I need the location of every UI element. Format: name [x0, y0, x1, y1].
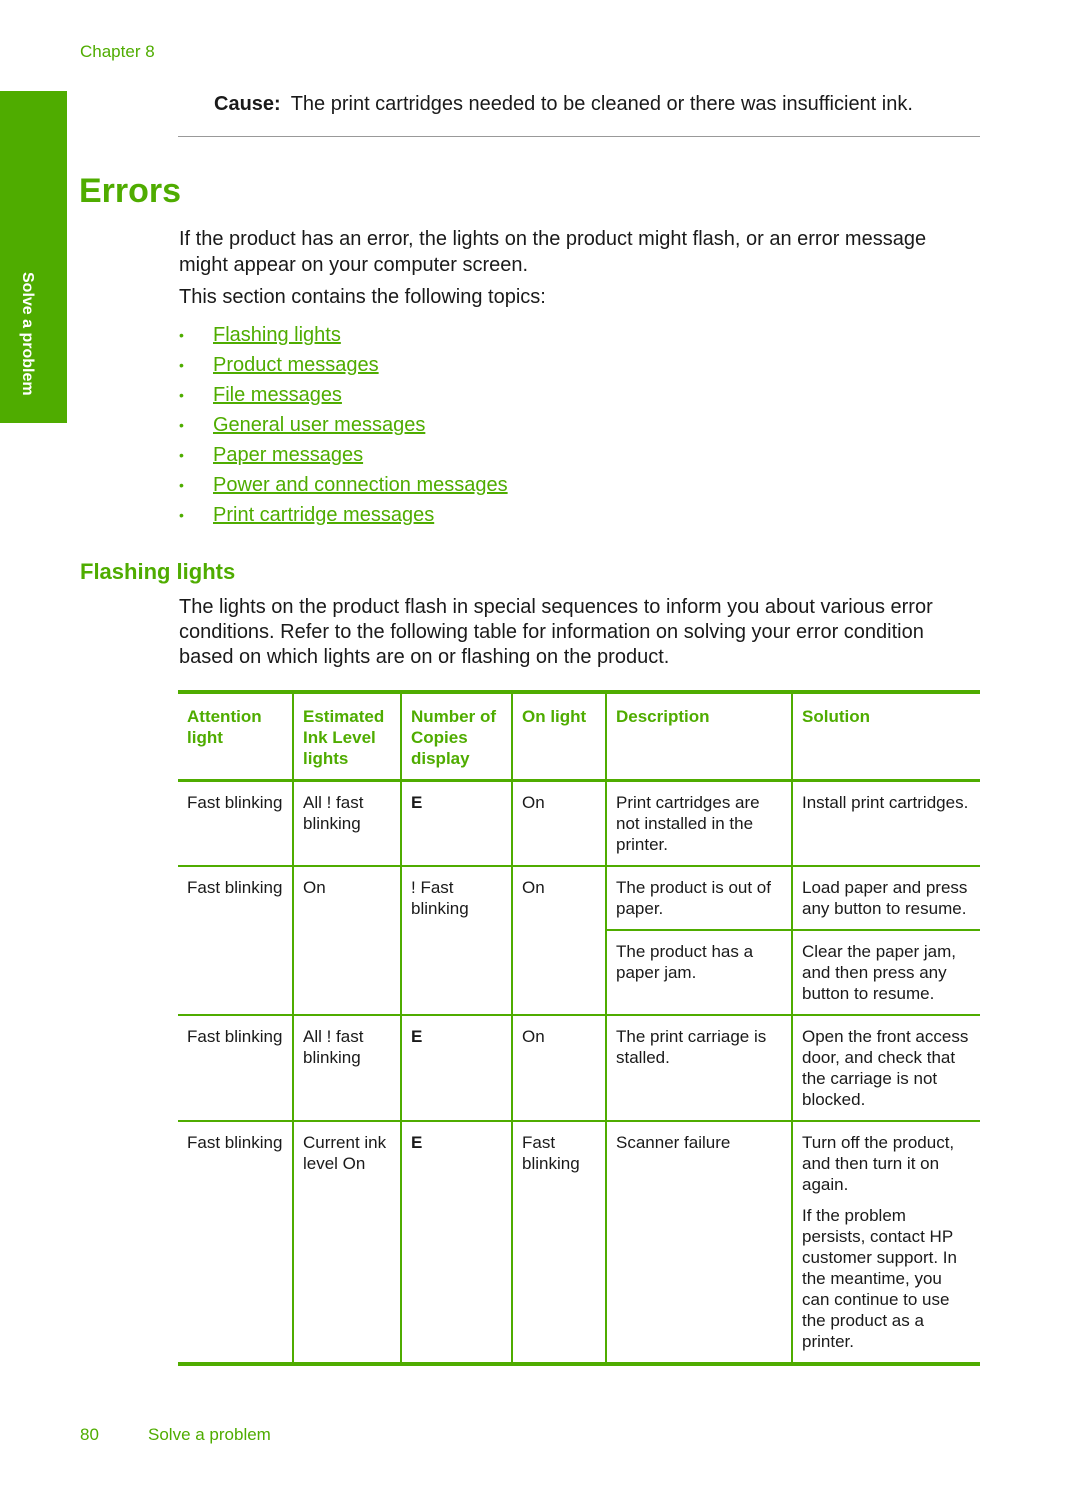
list-item: • Power and connection messages	[179, 470, 508, 500]
intro-text: If the product has an error, the lights …	[179, 228, 927, 276]
table-row: Fast blinking On ! Fast blinking On The …	[178, 866, 980, 1015]
list-item: • Product messages	[179, 350, 508, 380]
cell-on: On	[511, 866, 606, 1015]
footer-section-title: Solve a problem	[148, 1425, 271, 1444]
topics-intro: This section contains the following topi…	[179, 286, 546, 308]
cause-label: Cause:	[214, 93, 281, 115]
cell-on: On	[511, 780, 606, 866]
solution-text: Turn off the product, and then turn it o…	[802, 1133, 955, 1194]
cell-attention: Fast blinking	[187, 793, 283, 812]
flashing-lights-table: Attention light Estimated Ink Level ligh…	[178, 690, 980, 1366]
bullet-icon: •	[179, 507, 184, 523]
cell-description: Scanner failure	[605, 1121, 792, 1364]
bullet-icon: •	[179, 417, 184, 433]
divider	[178, 136, 980, 137]
cell-copies: ! Fast blinking	[400, 866, 512, 1015]
cell-solution: Install print cartridges.	[791, 780, 980, 866]
cell-copies: E	[400, 780, 512, 866]
bullet-icon: •	[179, 477, 184, 493]
cell-solution: Open the front access door, and check th…	[791, 1015, 980, 1121]
cell-solution: Load paper and press any button to resum…	[791, 866, 980, 931]
table-row: Fast blinking Current ink level On E Fas…	[178, 1121, 980, 1364]
list-item: • Flashing lights	[179, 320, 508, 350]
cell-ink: Current ink level On	[292, 1121, 401, 1364]
section-title: Flashing lights	[80, 559, 236, 584]
topic-link-product-messages[interactable]: Product messages	[213, 354, 379, 377]
cause-text: The print cartridges needed to be cleane…	[290, 93, 913, 115]
solution-extra-text: If the problem persists, contact HP cust…	[802, 1206, 957, 1351]
cell-solution: Clear the paper jam, and then press any …	[791, 930, 980, 1015]
cell-copies: E	[400, 1015, 512, 1121]
topic-link-general-user-messages[interactable]: General user messages	[213, 414, 425, 437]
cause-line: Cause: The print cartridges needed to be …	[214, 93, 913, 116]
chapter-label: Chapter 8	[80, 42, 155, 61]
page-title: Errors	[79, 172, 182, 210]
bullet-icon: •	[179, 357, 184, 373]
topic-link-file-messages[interactable]: File messages	[213, 384, 342, 407]
cell-description: The product has a paper jam.	[605, 930, 792, 1015]
table-header-row: Attention light Estimated Ink Level ligh…	[178, 692, 980, 781]
header-ink-level-lights: Estimated Ink Level lights	[292, 692, 401, 781]
header-attention-light: Attention light	[187, 707, 262, 747]
cell-on: On	[511, 1015, 606, 1121]
table-row: Fast blinking All ! fast blinking E On T…	[178, 1015, 980, 1121]
cell-description: Print cartridges are not installed in th…	[605, 780, 792, 866]
topic-link-power-connection-messages[interactable]: Power and connection messages	[213, 474, 508, 497]
header-on-light: On light	[511, 692, 606, 781]
topic-link-print-cartridge-messages[interactable]: Print cartridge messages	[213, 504, 434, 527]
cell-description: The print carriage is stalled.	[605, 1015, 792, 1121]
cell-ink: On	[292, 866, 401, 1015]
list-item: • File messages	[179, 380, 508, 410]
bullet-icon: •	[179, 387, 184, 403]
table-row: Fast blinking All ! fast blinking E On P…	[178, 780, 980, 866]
header-description: Description	[605, 692, 792, 781]
topic-link-flashing-lights[interactable]: Flashing lights	[213, 324, 341, 347]
page-number: 80	[80, 1425, 99, 1444]
cell-copies: E	[400, 1121, 512, 1364]
topics-list: • Flashing lights • Product messages • File…	[179, 320, 508, 530]
topic-link-paper-messages[interactable]: Paper messages	[213, 444, 363, 467]
list-item: • Print cartridge messages	[179, 500, 508, 530]
cell-solution: Turn off the product, and then turn it o…	[791, 1121, 980, 1364]
cell-ink: All ! fast blinking	[292, 1015, 401, 1121]
cell-attention: Fast blinking	[187, 1027, 283, 1046]
list-item: • Paper messages	[179, 440, 508, 470]
list-item: • General user messages	[179, 410, 508, 440]
cell-ink: All ! fast blinking	[292, 780, 401, 866]
section-paragraph: The lights on the product flash in speci…	[179, 596, 933, 668]
cell-attention: Fast blinking	[187, 878, 283, 897]
header-copies-display: Number of Copies display	[400, 692, 512, 781]
cell-description: The product is out of paper.	[605, 866, 792, 931]
bullet-icon: •	[179, 327, 184, 343]
cell-on: Fast blinking	[511, 1121, 606, 1364]
bullet-icon: •	[179, 447, 184, 463]
side-tab-label: Solve a problem	[19, 272, 36, 396]
header-solution: Solution	[791, 692, 980, 781]
cell-attention: Fast blinking	[187, 1133, 283, 1152]
